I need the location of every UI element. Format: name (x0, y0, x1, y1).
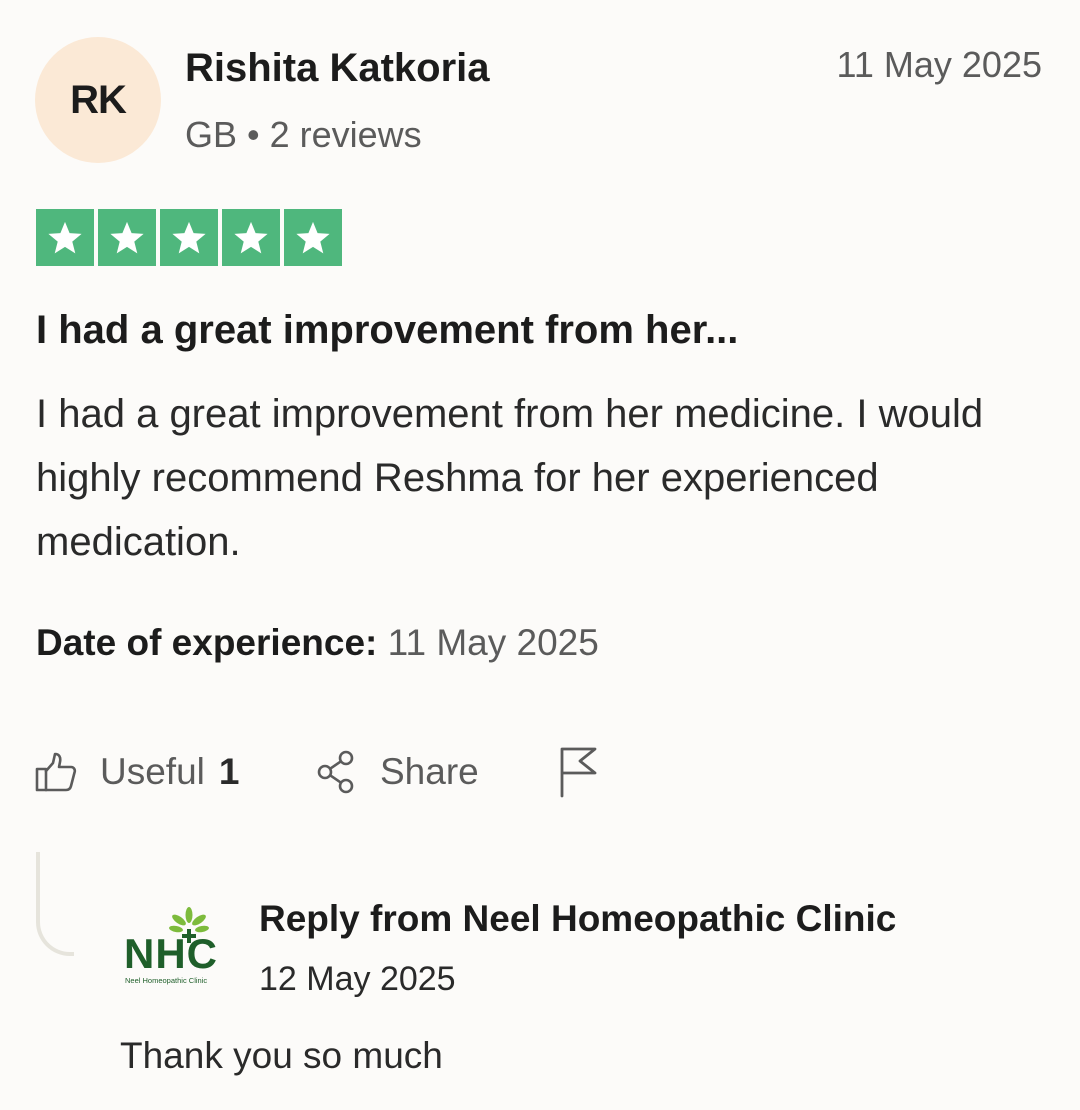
svg-text:Neel Homeopathic Clinic: Neel Homeopathic Clinic (125, 976, 207, 985)
star-icon (222, 209, 280, 266)
share-icon (316, 750, 358, 794)
reviewer-meta: GB • 2 reviews (185, 114, 422, 155)
review-title[interactable]: I had a great improvement from her... (36, 308, 738, 353)
review-actions: Useful 1 Share (34, 745, 734, 799)
reviewer-avatar[interactable]: RK (35, 37, 161, 163)
star-rating (36, 209, 342, 266)
svg-text:NHC: NHC (124, 930, 218, 977)
useful-label: Useful (100, 751, 205, 792)
reply-date: 12 May 2025 (259, 960, 456, 998)
reply-connector (36, 852, 74, 956)
experience-label: Date of experience: (36, 622, 378, 663)
clinic-logo: NHC Neel Homeopathic Clinic (118, 905, 238, 990)
flag-icon (556, 746, 600, 798)
useful-count: 1 (218, 751, 240, 792)
reviewer-name[interactable]: Rishita Katkoria (185, 46, 490, 91)
thumbs-up-icon (34, 750, 78, 794)
star-icon (160, 209, 218, 266)
reply-body: Thank you so much (120, 1035, 443, 1076)
report-button[interactable] (556, 745, 600, 799)
reply-title: Reply from Neel Homeopathic Clinic (259, 898, 897, 939)
review-date: 11 May 2025 (836, 44, 1042, 85)
experience-date: 11 May 2025 (387, 622, 599, 663)
avatar-initials: RK (70, 77, 127, 122)
star-icon (98, 209, 156, 266)
useful-button[interactable]: Useful 1 (34, 745, 239, 799)
star-icon (284, 209, 342, 266)
review-body: I had a great improvement from her medic… (36, 392, 984, 564)
star-icon (36, 209, 94, 266)
share-label: Share (380, 751, 479, 792)
share-button[interactable]: Share (316, 745, 479, 799)
date-of-experience: Date of experience: 11 May 2025 (36, 622, 599, 664)
